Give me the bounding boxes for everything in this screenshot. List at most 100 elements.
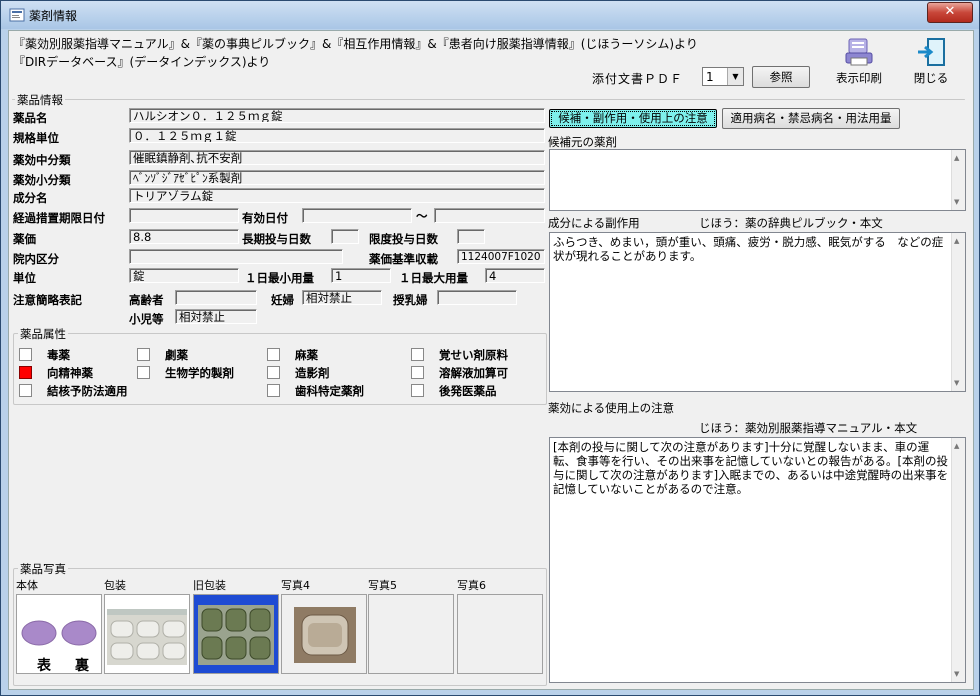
elderly-field[interactable] [175, 290, 257, 305]
price-label: 薬価 [13, 232, 36, 246]
candidate-scrollbar[interactable]: ▲ ▼ [951, 150, 965, 210]
photo-5[interactable] [368, 594, 454, 674]
candidate-textarea[interactable]: ▲ ▼ [549, 149, 966, 211]
photo-label-package: 包装 [104, 579, 126, 592]
lactating-field[interactable] [437, 290, 517, 305]
photo-package[interactable] [104, 594, 190, 674]
price-code-field[interactable]: 1124007F1020 [457, 249, 545, 264]
inhouse-field[interactable] [129, 249, 343, 264]
day-max-field[interactable]: 4 [485, 268, 545, 283]
child-field[interactable]: 相対禁止 [175, 309, 257, 324]
scroll-down-icon[interactable]: ▼ [954, 376, 959, 390]
drug-info-divider [12, 99, 965, 100]
limit-field[interactable] [457, 229, 485, 244]
back-label: 裏 [75, 658, 89, 674]
pregnant-field[interactable]: 相対禁止 [302, 290, 382, 305]
old-package-image [198, 605, 274, 665]
unit-spec-field[interactable]: ０．１２５ｍｇ１錠 [129, 128, 545, 143]
attr-checkbox[interactable] [267, 348, 280, 361]
expiry-label: 有効日付 [242, 211, 288, 225]
day-min-label: １日最小用量 [245, 271, 314, 285]
app-window: 薬剤情報 ✕ 『薬効別服薬指導マニュアル』&『薬の事典ピルブック』&『相互作用情… [0, 0, 980, 696]
print-icon [845, 38, 873, 66]
tilde: ～ [416, 209, 428, 223]
transition-field[interactable] [129, 208, 239, 223]
front-label: 表 [37, 658, 51, 674]
precautions-text: [本剤の投与に関して次の注意があります]十分に覚醒しないまま、車の運転、食事等を… [553, 440, 949, 496]
ingredient-field[interactable]: トリアゾラム錠 [129, 188, 545, 203]
attr-checkbox[interactable] [137, 348, 150, 361]
scroll-down-icon[interactable]: ▼ [954, 667, 959, 681]
attr-label: 結核予防法適用 [47, 384, 128, 398]
attr-label: 覚せい剤原料 [439, 348, 508, 362]
precautions-scrollbar[interactable]: ▲ ▼ [951, 438, 965, 682]
attr-label: 歯科特定薬剤 [295, 384, 364, 398]
long-term-field[interactable] [331, 229, 359, 244]
attr-label: 後発医薬品 [439, 384, 497, 398]
long-term-label: 長期投与日数 [242, 232, 311, 246]
close-app-button[interactable]: 閉じる [907, 37, 955, 89]
elderly-label: 高齢者 [129, 293, 164, 307]
small-class-field[interactable]: ﾍﾞﾝｿﾞｼﾞｱｾﾞﾋﾟﾝ系製剤 [129, 170, 545, 185]
mid-class-field[interactable]: 催眠鎮静剤､抗不安剤 [129, 150, 545, 165]
side-effects-scrollbar[interactable]: ▲ ▼ [951, 233, 965, 391]
tab-side-effects[interactable]: 候補・副作用・使用上の注意 [549, 109, 717, 128]
attr-label: 生物学的製剤 [165, 366, 234, 380]
photos-group-title: 薬品写真 [18, 561, 68, 577]
attr-checkbox[interactable] [411, 348, 424, 361]
photo-6[interactable] [457, 594, 543, 674]
drug-name-field[interactable]: ハルシオン０．１２５ｍｇ錠 [129, 108, 545, 123]
attr-label: 造影剤 [295, 366, 330, 380]
price-code-label: 薬価基準収載 [369, 252, 438, 266]
pdf-reference-button[interactable]: 参照 [752, 66, 810, 88]
photo-old-package[interactable] [193, 594, 279, 674]
attr-label: 劇薬 [165, 348, 188, 362]
scroll-down-icon[interactable]: ▼ [954, 195, 959, 209]
caution-label: 注意簡略表記 [13, 293, 82, 307]
unit-label: 単位 [13, 271, 36, 285]
window-title: 薬剤情報 [29, 9, 78, 23]
unit-field[interactable]: 錠 [129, 268, 239, 283]
lactating-label: 授乳婦 [393, 293, 428, 307]
pdf-select-value: 1 [706, 70, 714, 84]
title-bar[interactable]: 薬剤情報 ✕ [1, 1, 979, 29]
attr-checkbox[interactable] [267, 366, 280, 379]
precautions-textarea[interactable]: [本剤の投与に関して次の注意があります]十分に覚醒しないまま、車の運転、食事等を… [549, 437, 966, 683]
expiry-from-field[interactable] [302, 208, 412, 223]
chevron-down-icon[interactable]: ▼ [727, 68, 743, 85]
print-button[interactable]: 表示印刷 [829, 37, 889, 89]
attr-checkbox[interactable] [267, 384, 280, 397]
photo-4[interactable] [281, 594, 367, 674]
scroll-up-icon[interactable]: ▲ [954, 234, 959, 248]
attr-checkbox[interactable] [411, 384, 424, 397]
scroll-up-icon[interactable]: ▲ [954, 151, 959, 165]
attr-label: 麻薬 [295, 348, 318, 362]
attr-checkbox[interactable] [19, 366, 32, 379]
scroll-up-icon[interactable]: ▲ [954, 439, 959, 453]
expiry-to-field[interactable] [434, 208, 545, 223]
candidate-label: 候補元の薬剤 [548, 135, 617, 149]
precautions-label: 薬効による使用上の注意 [548, 401, 675, 415]
tab-indications[interactable]: 適用病名・禁忌病名・用法用量 [722, 108, 900, 129]
side-effects-label: 成分による副作用 [548, 216, 640, 230]
window-close-button[interactable]: ✕ [927, 2, 973, 23]
drug-info-group-title: 薬品情報 [15, 92, 65, 108]
attr-label: 向精神薬 [47, 366, 93, 380]
photo-main[interactable]: 表 裏 [16, 594, 102, 674]
attr-checkbox[interactable] [411, 366, 424, 379]
attr-label: 毒薬 [47, 348, 70, 362]
price-field[interactable]: 8.8 [129, 229, 239, 244]
attr-checkbox[interactable] [137, 366, 150, 379]
attr-checkbox[interactable] [19, 348, 32, 361]
drug-name-label: 薬品名 [13, 111, 48, 125]
limit-label: 限度投与日数 [369, 232, 438, 246]
small-class-label: 薬効小分類 [13, 173, 71, 187]
transition-label: 経過措置期限日付 [13, 211, 105, 225]
day-min-field[interactable]: 1 [331, 268, 391, 283]
pdf-select[interactable]: 1 ▼ [702, 67, 744, 86]
side-effects-textarea[interactable]: ふらつき、めまい，頭が重い、頭痛、疲労・脱力感、眠気がする などの症状が現れるこ… [549, 232, 966, 392]
close-icon: ✕ [944, 4, 956, 19]
attributes-group-title: 薬品属性 [18, 326, 68, 342]
attr-checkbox[interactable] [19, 384, 32, 397]
attr-label: 溶解液加算可 [439, 366, 508, 380]
